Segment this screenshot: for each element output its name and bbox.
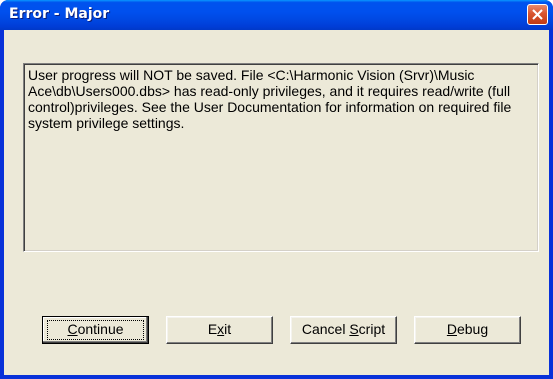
window-title: Error - Major: [9, 6, 110, 22]
error-dialog-window: Error - Major User progress will NOT be …: [0, 0, 553, 379]
exit-button-label: Exit: [207, 321, 232, 337]
debug-button-label: Debug: [446, 321, 489, 337]
window-bottom-border: [0, 375, 553, 379]
message-panel: User progress will NOT be saved. File <C…: [23, 63, 539, 252]
close-icon: [532, 9, 543, 20]
debug-button[interactable]: Debug: [414, 316, 521, 344]
continue-button-label: Continue: [67, 321, 124, 337]
continue-button[interactable]: Continue: [42, 316, 149, 344]
close-button[interactable]: [527, 4, 548, 25]
exit-button[interactable]: Exit: [166, 316, 273, 344]
title-bar[interactable]: Error - Major: [0, 0, 553, 30]
cancel-script-button[interactable]: Cancel Script: [290, 316, 397, 344]
error-message: User progress will NOT be saved. File <C…: [28, 67, 512, 131]
dialog-body: User progress will NOT be saved. File <C…: [4, 30, 549, 375]
cancel-script-button-label: Cancel Script: [301, 321, 386, 337]
